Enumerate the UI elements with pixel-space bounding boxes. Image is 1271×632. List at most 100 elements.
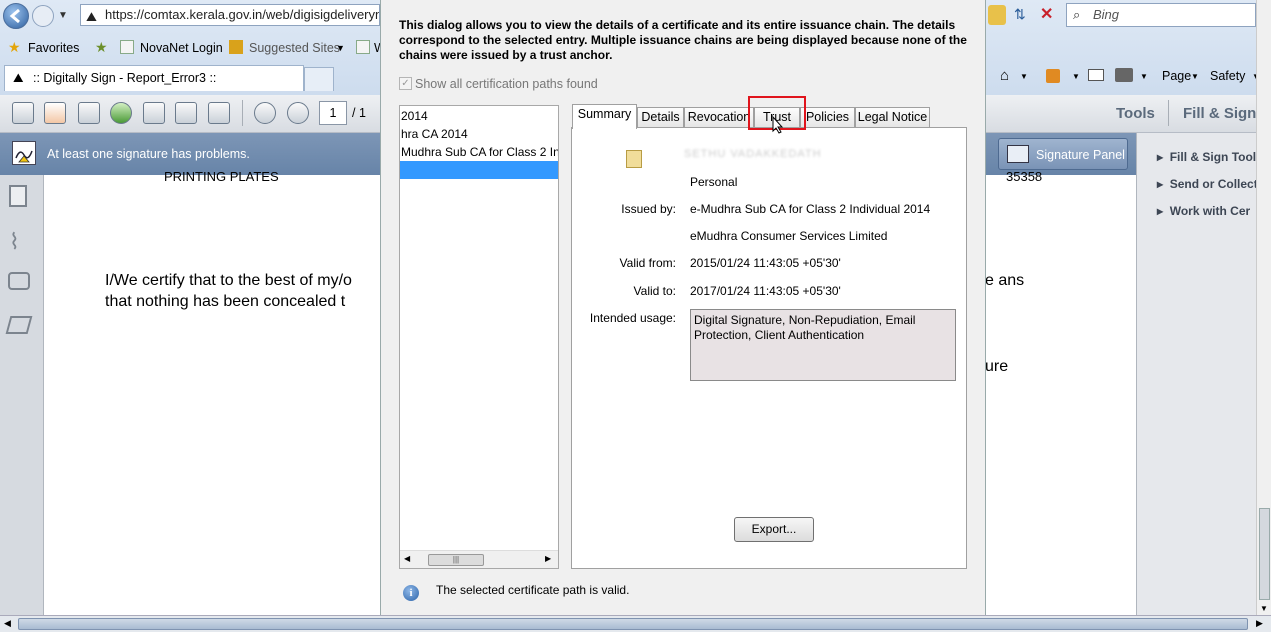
- page-number-input[interactable]: 1: [319, 101, 347, 125]
- issued-by-value: e-Mudhra Sub CA for Class 2 Individual 2…: [690, 202, 931, 216]
- show-all-paths-checkbox[interactable]: ✓: [399, 77, 412, 90]
- new-tab-button[interactable]: [304, 67, 334, 91]
- next-page-icon[interactable]: [287, 102, 309, 124]
- scroll-left-icon[interactable]: ◀: [404, 554, 410, 563]
- add-favorite-icon[interactable]: ★: [95, 39, 108, 56]
- print-icon[interactable]: [175, 102, 197, 124]
- chevron-down-icon[interactable]: ▼: [1072, 72, 1080, 81]
- tab-details[interactable]: Details: [637, 107, 684, 128]
- scroll-left-icon[interactable]: ◀: [4, 618, 11, 629]
- toolbar-divider: [1168, 100, 1169, 126]
- previous-page-icon[interactable]: [254, 102, 276, 124]
- panel-item-work-with-certificates[interactable]: ▸ Work with Cer: [1157, 204, 1250, 218]
- tab-policies[interactable]: Policies: [800, 107, 855, 128]
- export-button[interactable]: Export...: [734, 517, 814, 542]
- search-binoculars-icon[interactable]: [8, 272, 30, 290]
- print-icon[interactable]: [1115, 68, 1133, 82]
- chain-item-selected[interactable]: [400, 161, 558, 179]
- tab-revocation[interactable]: Revocation: [684, 107, 754, 128]
- fav-link-suggested[interactable]: Suggested Sites: [249, 41, 340, 55]
- valid-to-label: Valid to:: [633, 284, 676, 298]
- attachments-icon[interactable]: ⌇: [9, 229, 20, 255]
- email-icon[interactable]: [208, 102, 230, 124]
- forward-button[interactable]: [32, 5, 54, 27]
- chain-item[interactable]: 2014: [400, 107, 558, 125]
- panel-item-label: Work with Cer: [1169, 204, 1251, 218]
- mail-icon[interactable]: [1088, 69, 1104, 81]
- scroll-down-icon[interactable]: ▼: [1260, 604, 1268, 613]
- valid-to-value: 2017/01/24 11:43:05 +05'30': [690, 284, 841, 298]
- left-navigation-pane: ⌇: [0, 175, 44, 615]
- panel-item-send-collect[interactable]: ▸ Send or Collect: [1157, 177, 1258, 191]
- chevron-down-icon[interactable]: ▼: [1191, 72, 1199, 81]
- refresh-icon[interactable]: ⇅: [1014, 6, 1026, 23]
- document-text-partial: PRINTING PLATES: [164, 169, 279, 184]
- tab-legal-notice[interactable]: Legal Notice: [855, 107, 930, 128]
- history-dropdown-icon[interactable]: ▼: [58, 10, 68, 21]
- open-icon[interactable]: [12, 102, 34, 124]
- show-all-paths-label: Show all certification paths found: [415, 77, 598, 91]
- path-status-message: The selected certificate path is valid.: [436, 583, 630, 597]
- page-icon: [120, 40, 134, 54]
- safety-menu[interactable]: Safety: [1210, 69, 1245, 83]
- dialog-tab-strip: Summary Details Revocation Trust Policie…: [572, 96, 972, 134]
- upload-icon[interactable]: [110, 102, 132, 124]
- tools-tab[interactable]: Tools: [1116, 105, 1155, 122]
- home-icon[interactable]: ⌂: [1000, 67, 1009, 84]
- tab-title: :: Digitally Sign - Report_Error3 ::: [33, 71, 217, 85]
- edit-icon[interactable]: [78, 102, 100, 124]
- certification-text-1-right: e ans: [985, 272, 1025, 289]
- signatures-icon[interactable]: [5, 316, 33, 334]
- signature-warning-icon: [12, 141, 36, 165]
- stop-icon[interactable]: ✕: [1040, 4, 1053, 24]
- feeds-icon[interactable]: [1046, 69, 1060, 83]
- intended-usage-label: Intended usage:: [589, 311, 676, 325]
- favorites-button[interactable]: Favorites: [28, 41, 79, 55]
- vertical-scrollbar[interactable]: ▼: [1256, 0, 1271, 615]
- chevron-down-icon[interactable]: ▼: [1140, 72, 1148, 81]
- certification-text-2: that nothing has been concealed t: [105, 293, 346, 310]
- lock-icon[interactable]: [988, 5, 1006, 25]
- command-bar: ⌂ ▼ ▼ ▼ Page ▼ Safety ▼: [990, 64, 1271, 90]
- search-placeholder: Bing: [1093, 7, 1120, 22]
- horizontal-scrollbar[interactable]: ◀ ▶: [0, 615, 1271, 632]
- back-arrow-icon: [9, 8, 20, 24]
- certification-text-3-right: ure: [985, 358, 1009, 375]
- panel-item-fill-sign[interactable]: ▸ Fill & Sign Tools: [1157, 150, 1263, 164]
- signature-pen-icon: [1007, 145, 1029, 163]
- create-icon[interactable]: [44, 102, 66, 124]
- signature-panel-button[interactable]: Signature Panel: [998, 138, 1128, 170]
- chevron-down-icon[interactable]: ▼: [1020, 72, 1028, 81]
- chain-list-scrollbar[interactable]: ◀ ||| ▶: [400, 550, 558, 568]
- intended-usage-box[interactable]: Digital Signature, Non-Repudiation, Emai…: [690, 309, 956, 381]
- document-number-partial: 35358: [1006, 169, 1043, 184]
- chain-item[interactable]: Mudhra Sub CA for Class 2 Ind: [400, 143, 558, 161]
- scrollbar-thumb[interactable]: [18, 618, 1248, 630]
- search-input[interactable]: ⌕ Bing: [1066, 3, 1256, 27]
- scrollbar-thumb[interactable]: [1259, 508, 1270, 600]
- page-menu[interactable]: Page: [1162, 69, 1191, 83]
- fill-sign-tab[interactable]: Fill & Sign: [1183, 105, 1256, 122]
- site-icon: ⛰: [13, 71, 24, 85]
- scroll-right-icon[interactable]: ▶: [545, 554, 551, 563]
- scroll-right-icon[interactable]: ▶: [1256, 618, 1263, 629]
- panel-item-label: Fill & Sign Tools: [1169, 150, 1263, 164]
- browser-tab-active[interactable]: ⛰ :: Digitally Sign - Report_Error3 ::: [4, 65, 304, 91]
- toolbar-divider: [242, 100, 243, 126]
- chevron-down-icon[interactable]: ▼: [336, 43, 345, 53]
- scrollbar-thumb[interactable]: |||: [428, 554, 484, 566]
- back-button[interactable]: [3, 3, 29, 29]
- favorites-bar: ★ Favorites ★ NovaNet Login Suggested Si…: [0, 36, 386, 60]
- issuer-organization: eMudhra Consumer Services Limited: [690, 229, 888, 243]
- save-icon[interactable]: [143, 102, 165, 124]
- chain-item[interactable]: hra CA 2014: [400, 125, 558, 143]
- favorites-star-icon: ★: [8, 39, 21, 55]
- address-bar[interactable]: ⛰ https://comtax.kerala.gov.in/web/digis…: [80, 4, 380, 26]
- tab-summary[interactable]: Summary: [572, 104, 637, 129]
- pages-icon[interactable]: [9, 185, 27, 207]
- signature-message: At least one signature has problems.: [47, 147, 250, 161]
- right-tools-pane: ▸ Fill & Sign Tools ▸ Send or Collect ▸ …: [1136, 133, 1263, 615]
- signature-panel-label: Signature Panel: [1036, 148, 1125, 162]
- issued-by-label: Issued by:: [621, 202, 676, 216]
- fav-link-novanet[interactable]: NovaNet Login: [140, 41, 223, 55]
